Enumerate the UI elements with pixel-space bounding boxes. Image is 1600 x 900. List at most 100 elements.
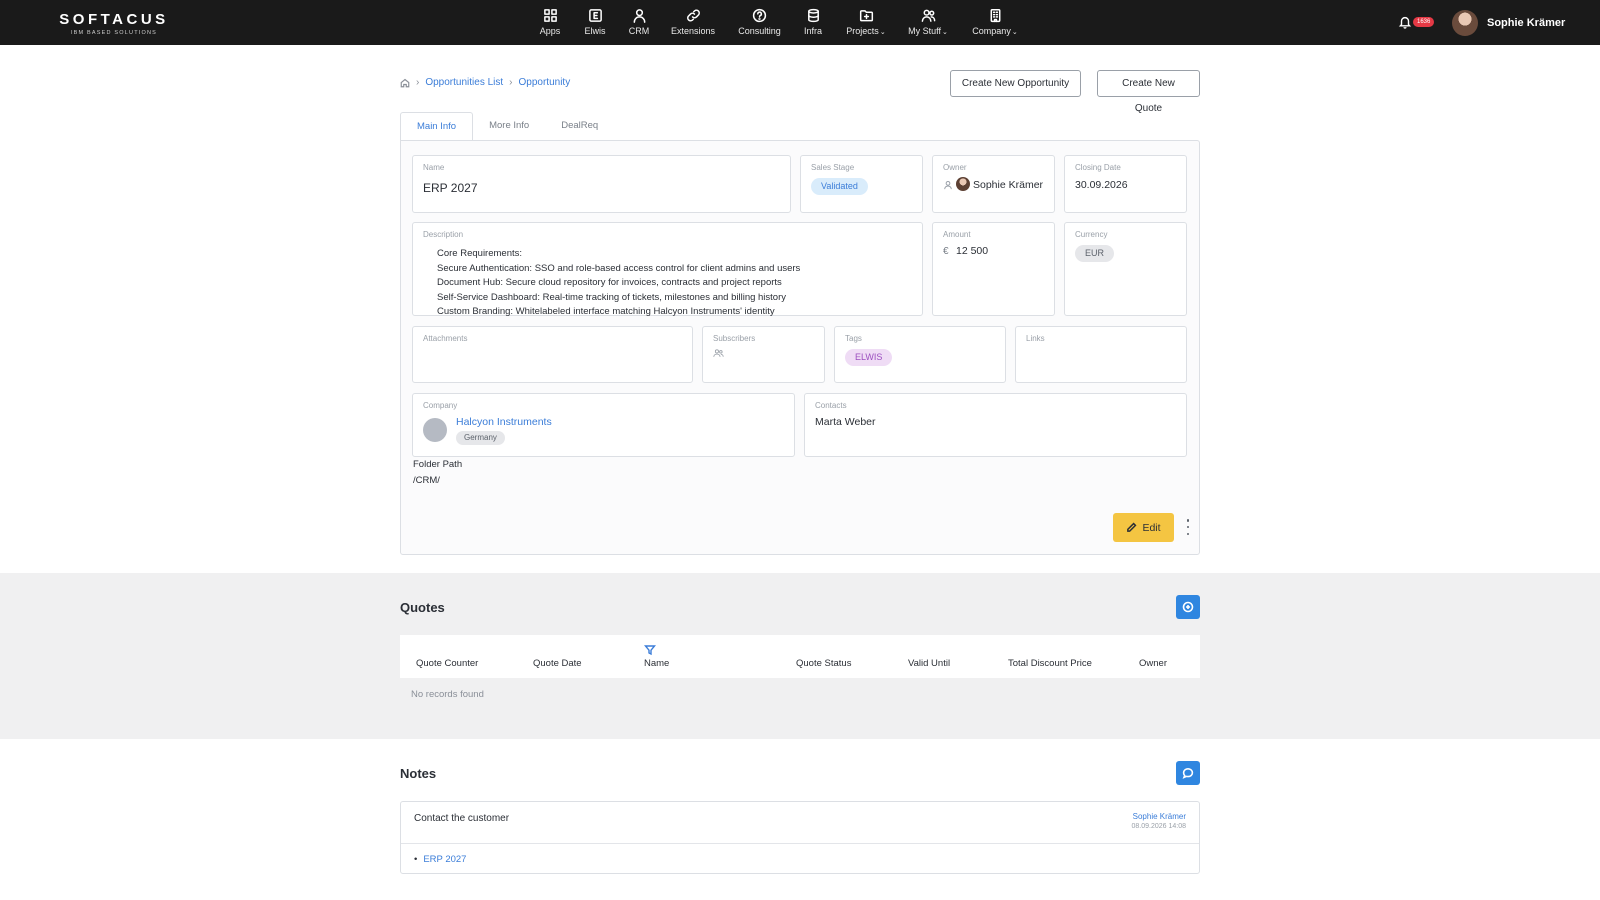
filter-icon[interactable] <box>644 644 656 656</box>
description-line: Custom Branding: Whitelabeled interface … <box>437 306 775 317</box>
database-icon <box>807 8 819 23</box>
note-author[interactable]: Sophie Krämer <box>1133 812 1186 821</box>
company-link[interactable]: Halcyon Instruments <box>456 416 552 428</box>
sales-stage-field[interactable]: Sales Stage Validated <box>800 155 923 213</box>
contacts-field[interactable]: Contacts Marta Weber <box>804 393 1187 457</box>
softacus-logo[interactable]: SOFTACUS IBM BASED SOLUTIONS <box>54 11 174 36</box>
description-line: Self-Service Dashboard: Real-time tracki… <box>437 291 787 303</box>
contacts-label: Contacts <box>815 401 847 410</box>
more-options-icon[interactable] <box>1185 519 1191 535</box>
chevron-down-icon: ⌄ <box>1011 29 1018 36</box>
amount-value: 12 500 <box>956 245 989 257</box>
breadcrumb-opportunities-list[interactable]: Opportunities List <box>425 77 503 88</box>
opportunity-main-panel: Name ERP 2027 Sales Stage Validated Owne… <box>400 140 1200 555</box>
breadcrumb-opportunity[interactable]: Opportunity <box>519 77 571 88</box>
quotes-empty-state: No records found <box>411 689 484 700</box>
tags-field[interactable]: Tags ELWIS <box>834 326 1006 383</box>
subscribers-icon[interactable] <box>713 347 724 361</box>
column-quote-counter[interactable]: Quote Counter <box>416 658 478 669</box>
users-icon <box>921 9 935 22</box>
nav-company[interactable]: Company⌄ <box>959 8 1031 38</box>
nav-projects-text: Projects <box>846 26 879 36</box>
user-name[interactable]: Sophie Krämer <box>1487 17 1565 29</box>
chat-bubble-icon <box>1182 767 1194 779</box>
create-new-opportunity-button[interactable]: Create New Opportunity <box>950 70 1081 97</box>
tab-main-info[interactable]: Main Info <box>400 112 474 141</box>
link-icon <box>686 9 700 22</box>
closing-date-value: 30.09.2026 <box>1075 179 1128 191</box>
home-icon[interactable] <box>400 78 410 88</box>
nav-crm[interactable]: CRM <box>620 8 658 38</box>
company-field[interactable]: Company Halcyon Instruments Germany <box>412 393 795 457</box>
breadcrumb: › Opportunities List › Opportunity <box>400 77 570 88</box>
main-nav: Apps Elwis CRM Extensions Consulting Inf… <box>530 8 1031 38</box>
attachments-label: Attachments <box>423 334 468 343</box>
contact-value[interactable]: Marta Weber <box>815 416 876 428</box>
owner-field[interactable]: Owner Sophie Krämer <box>932 155 1055 213</box>
company-country-badge: Germany <box>456 431 505 445</box>
description-text: Core Requirements: Secure Authentication… <box>437 247 800 320</box>
column-total-discount-price[interactable]: Total Discount Price <box>1008 658 1092 669</box>
currency-label: Currency <box>1075 230 1108 239</box>
brand-tagline: IBM BASED SOLUTIONS <box>70 30 158 36</box>
note-card: Contact the customer Sophie Krämer 08.09… <box>400 801 1200 874</box>
nav-extensions[interactable]: Extensions <box>658 8 728 38</box>
nav-elwis[interactable]: Elwis <box>570 8 620 38</box>
note-divider <box>401 843 1199 844</box>
nav-my-stuff[interactable]: My Stuff⌄ <box>897 8 959 38</box>
user-icon <box>633 9 645 23</box>
bell-icon <box>1398 16 1412 29</box>
user-avatar[interactable] <box>1452 10 1478 36</box>
nav-projects[interactable]: Projects⌄ <box>835 8 897 38</box>
building-icon <box>990 8 1000 23</box>
company-label: Company <box>423 401 458 410</box>
pencil-icon <box>1127 522 1137 532</box>
nav-consulting[interactable]: Consulting <box>728 8 791 38</box>
detail-tabs: Main Info More Info DealReq <box>400 112 614 141</box>
description-field[interactable]: Description Core Requirements: Secure Au… <box>412 222 923 317</box>
currency-badge: EUR <box>1075 245 1115 262</box>
plus-circle-icon <box>1182 601 1194 613</box>
owner-avatar <box>956 177 970 191</box>
name-field[interactable]: Name ERP 2027 <box>412 155 791 213</box>
tags-label: Tags <box>845 334 862 343</box>
top-navigation-bar: SOFTACUS IBM BASED SOLUTIONS Apps Elwis … <box>0 0 1600 45</box>
folder-path-value: /CRM/ <box>413 475 440 486</box>
column-owner[interactable]: Owner <box>1139 658 1167 669</box>
chevron-right-icon: › <box>416 77 420 88</box>
notification-count-badge: 1636 <box>1413 17 1435 27</box>
attachments-field[interactable]: Attachments <box>412 326 693 383</box>
nav-company-text: Company <box>972 26 1011 36</box>
notifications-bell[interactable] <box>1398 15 1414 31</box>
subscribers-label: Subscribers <box>713 334 756 343</box>
amount-field[interactable]: Amount € 12 500 <box>932 222 1055 316</box>
nav-apps-label: Apps <box>539 26 561 36</box>
nav-apps[interactable]: Apps <box>530 8 570 38</box>
tag-badge[interactable]: ELWIS <box>845 349 893 366</box>
quotes-title: Quotes <box>400 600 445 615</box>
add-quote-button[interactable] <box>1176 595 1200 619</box>
tab-more-info[interactable]: More Info <box>473 112 545 141</box>
quotes-section: Quotes Quote Counter Quote Date Name Quo… <box>0 573 1600 739</box>
nav-my-stuff-text: My Stuff <box>908 26 941 36</box>
edit-button[interactable]: Edit <box>1113 513 1174 542</box>
edit-button-label: Edit <box>1142 521 1161 534</box>
column-quote-status[interactable]: Quote Status <box>796 658 851 669</box>
note-title: Contact the customer <box>414 813 510 824</box>
closing-date-field[interactable]: Closing Date 30.09.2026 <box>1064 155 1187 213</box>
column-quote-date[interactable]: Quote Date <box>533 658 582 669</box>
currency-field[interactable]: Currency EUR <box>1064 222 1187 316</box>
column-name[interactable]: Name <box>644 658 669 669</box>
add-note-button[interactable] <box>1176 761 1200 785</box>
closing-date-label: Closing Date <box>1075 163 1121 172</box>
subscribers-field[interactable]: Subscribers <box>702 326 825 383</box>
links-field[interactable]: Links <box>1015 326 1187 383</box>
tab-dealreq[interactable]: DealReq <box>545 112 614 141</box>
nav-elwis-label: Elwis <box>584 26 606 36</box>
nav-consulting-label: Consulting <box>738 26 781 36</box>
folder-plus-icon <box>859 10 873 22</box>
column-valid-until[interactable]: Valid Until <box>908 658 950 669</box>
note-related-link[interactable]: ERP 2027 <box>414 854 466 865</box>
nav-infra[interactable]: Infra <box>791 8 835 38</box>
create-new-quote-button[interactable]: Create New Quote <box>1097 70 1200 114</box>
